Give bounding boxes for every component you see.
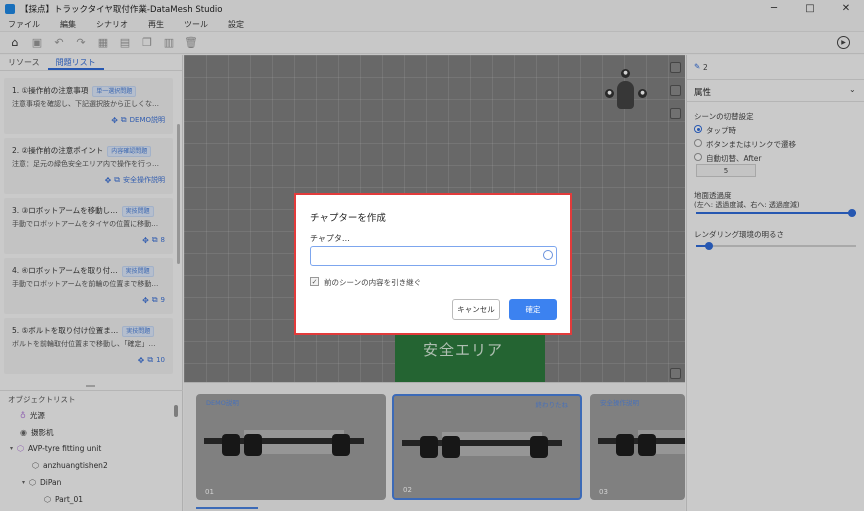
globe-icon[interactable] xyxy=(543,250,553,260)
cancel-button[interactable]: キャンセル xyxy=(452,299,500,320)
inherit-content-label: 前のシーンの内容を引き継ぐ xyxy=(324,278,422,287)
chapter-name-input[interactable] xyxy=(310,246,557,266)
confirm-button[interactable]: 確定 xyxy=(509,299,557,320)
inherit-content-checkbox[interactable]: ✓ xyxy=(310,277,319,286)
dialog-title: チャプターを作成 xyxy=(310,213,386,224)
chapter-field-label: チャプタ… xyxy=(310,234,350,243)
create-chapter-dialog: チャプターを作成 チャプタ… ✓ 前のシーンの内容を引き継ぐ キャンセル 確定 xyxy=(294,193,572,335)
